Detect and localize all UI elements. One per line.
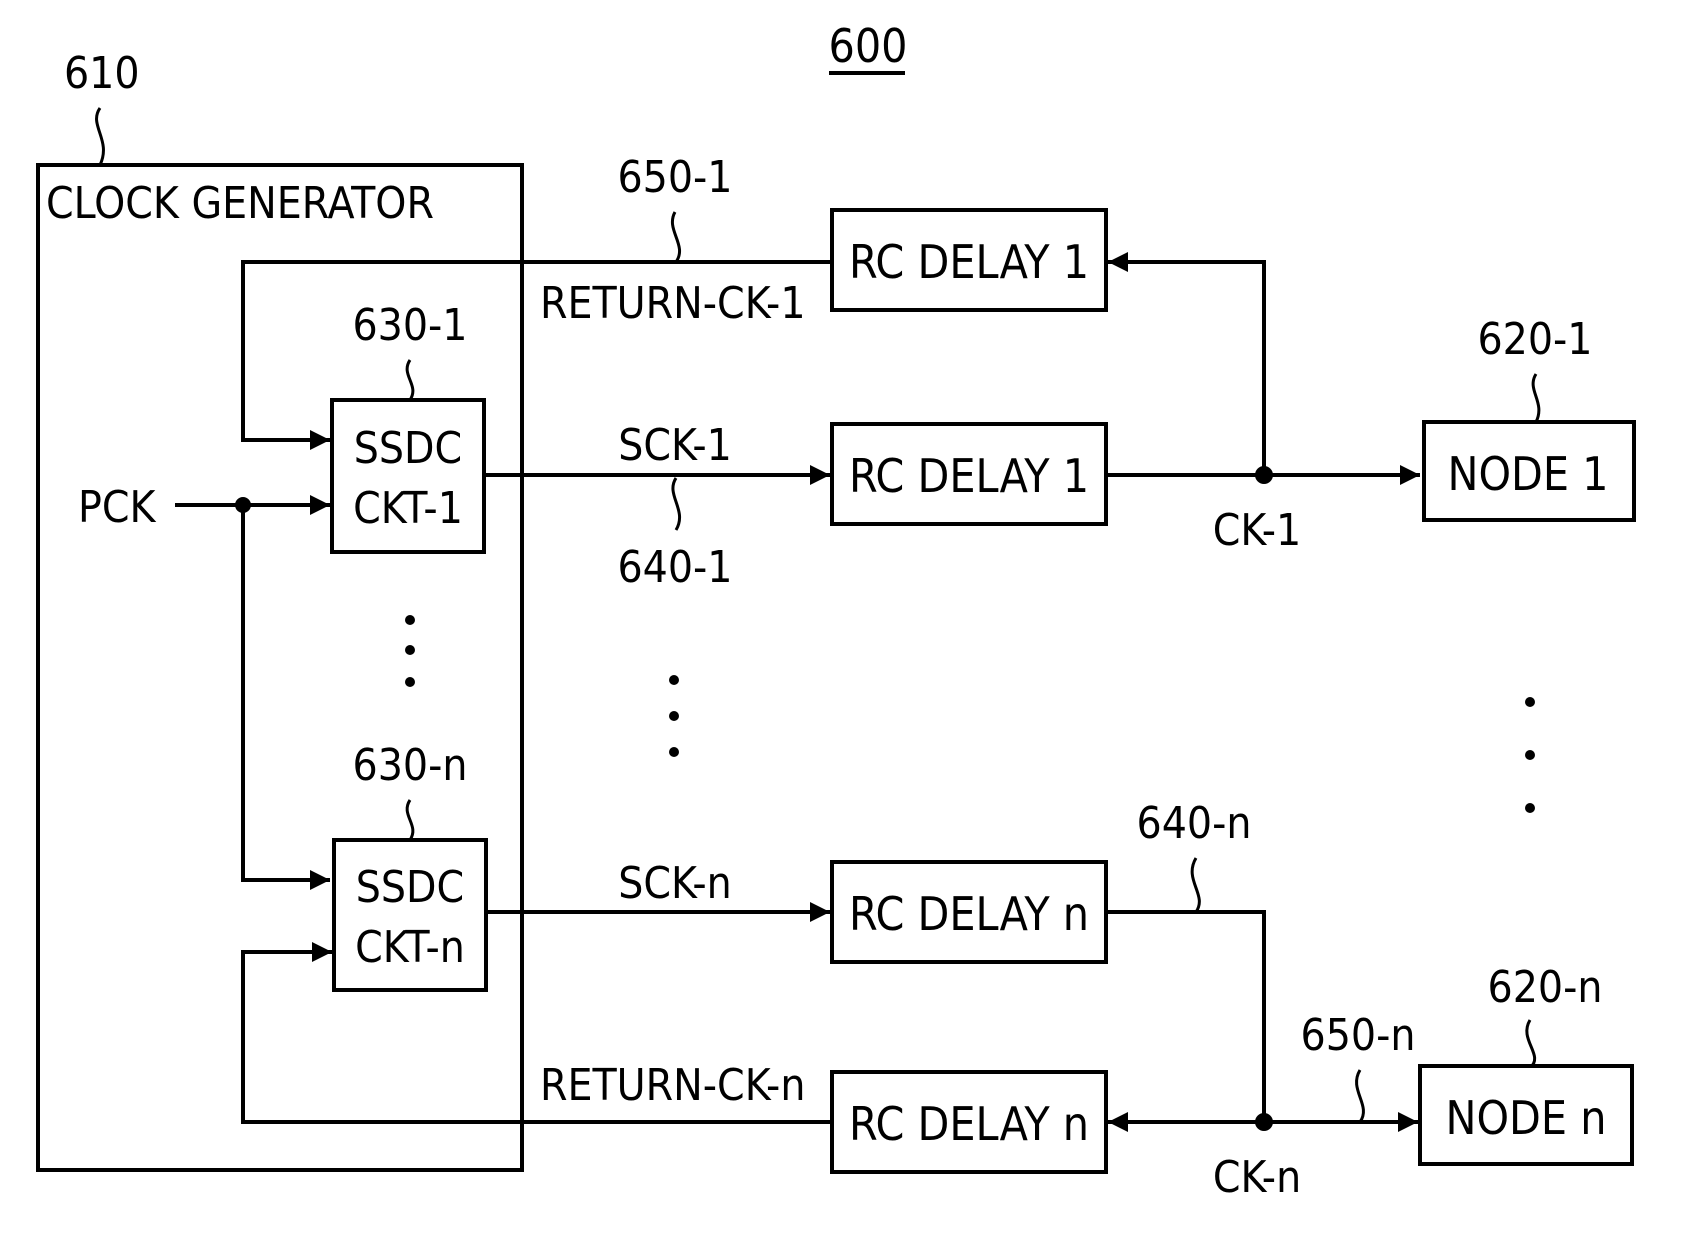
ref-620-1: 620-1 bbox=[1477, 314, 1592, 365]
ssdc-ckt-1-line1: SSDC bbox=[354, 423, 462, 474]
leader-610 bbox=[95, 107, 105, 166]
rc-delay-1-forward-label: RC DELAY 1 bbox=[849, 449, 1089, 503]
ellipsis-dot bbox=[669, 711, 679, 721]
clock-distribution-diagram: 600 610 CLOCK GENERATOR PCK 630-1 SSDC C… bbox=[36, 19, 1636, 1203]
leader-640-n bbox=[1190, 857, 1201, 913]
ck-1-junction bbox=[1255, 466, 1273, 484]
return-ck-1-label: RETURN-CK-1 bbox=[540, 278, 806, 329]
leader-640-1 bbox=[671, 477, 682, 531]
ck-n-junction bbox=[1255, 1113, 1273, 1131]
rc-delay-n-return-label: RC DELAY n bbox=[849, 1097, 1089, 1151]
rc-delay-1-return-label: RC DELAY 1 bbox=[849, 235, 1089, 289]
ellipsis-dot bbox=[1525, 803, 1535, 813]
ref-630-n: 630-n bbox=[353, 740, 468, 791]
node-n-label: NODE n bbox=[1446, 1091, 1607, 1145]
ref-650-1: 650-1 bbox=[617, 152, 732, 203]
leader-650-1 bbox=[670, 211, 682, 263]
ellipsis-dot bbox=[669, 675, 679, 685]
ssdc-ckt-1-line2: CKT-1 bbox=[353, 483, 463, 534]
ref-620-n: 620-n bbox=[1488, 962, 1603, 1013]
leader-650-n bbox=[1355, 1069, 1365, 1123]
ref-650-n: 650-n bbox=[1301, 1010, 1416, 1061]
ck-1-label: CK-1 bbox=[1213, 505, 1301, 556]
ck-1-return-wire bbox=[1108, 252, 1266, 475]
ref-610: 610 bbox=[64, 48, 140, 99]
ellipsis-dot bbox=[405, 615, 415, 625]
ref-630-1: 630-1 bbox=[352, 300, 467, 351]
ellipsis-dot bbox=[1525, 697, 1535, 707]
figure-number: 600 bbox=[829, 19, 908, 73]
ref-640-1: 640-1 bbox=[617, 542, 732, 593]
ssdc-ckt-n-line2: CKT-n bbox=[355, 922, 465, 973]
ck-n-label: CK-n bbox=[1213, 1152, 1301, 1203]
clock-generator-label: CLOCK GENERATOR bbox=[46, 178, 434, 229]
pck-label: PCK bbox=[78, 482, 157, 533]
return-ck-n-label: RETURN-CK-n bbox=[540, 1060, 805, 1111]
rc-delay-n-forward-label: RC DELAY n bbox=[849, 887, 1089, 941]
ck-n-vertical-wire bbox=[1106, 910, 1266, 1122]
ellipsis-dot bbox=[1525, 750, 1535, 760]
ellipsis-dot bbox=[405, 645, 415, 655]
sck-1-label: SCK-1 bbox=[618, 420, 732, 471]
sck-n-label: SCK-n bbox=[618, 858, 732, 909]
leader-620-1 bbox=[1531, 373, 1541, 423]
ssdc-ckt-n-line1: SSDC bbox=[356, 862, 464, 913]
leader-620-n bbox=[1525, 1019, 1537, 1070]
node-1-label: NODE 1 bbox=[1448, 447, 1609, 501]
ellipsis-dot bbox=[405, 677, 415, 687]
ellipsis-dot bbox=[669, 747, 679, 757]
ref-640-n: 640-n bbox=[1137, 798, 1252, 849]
